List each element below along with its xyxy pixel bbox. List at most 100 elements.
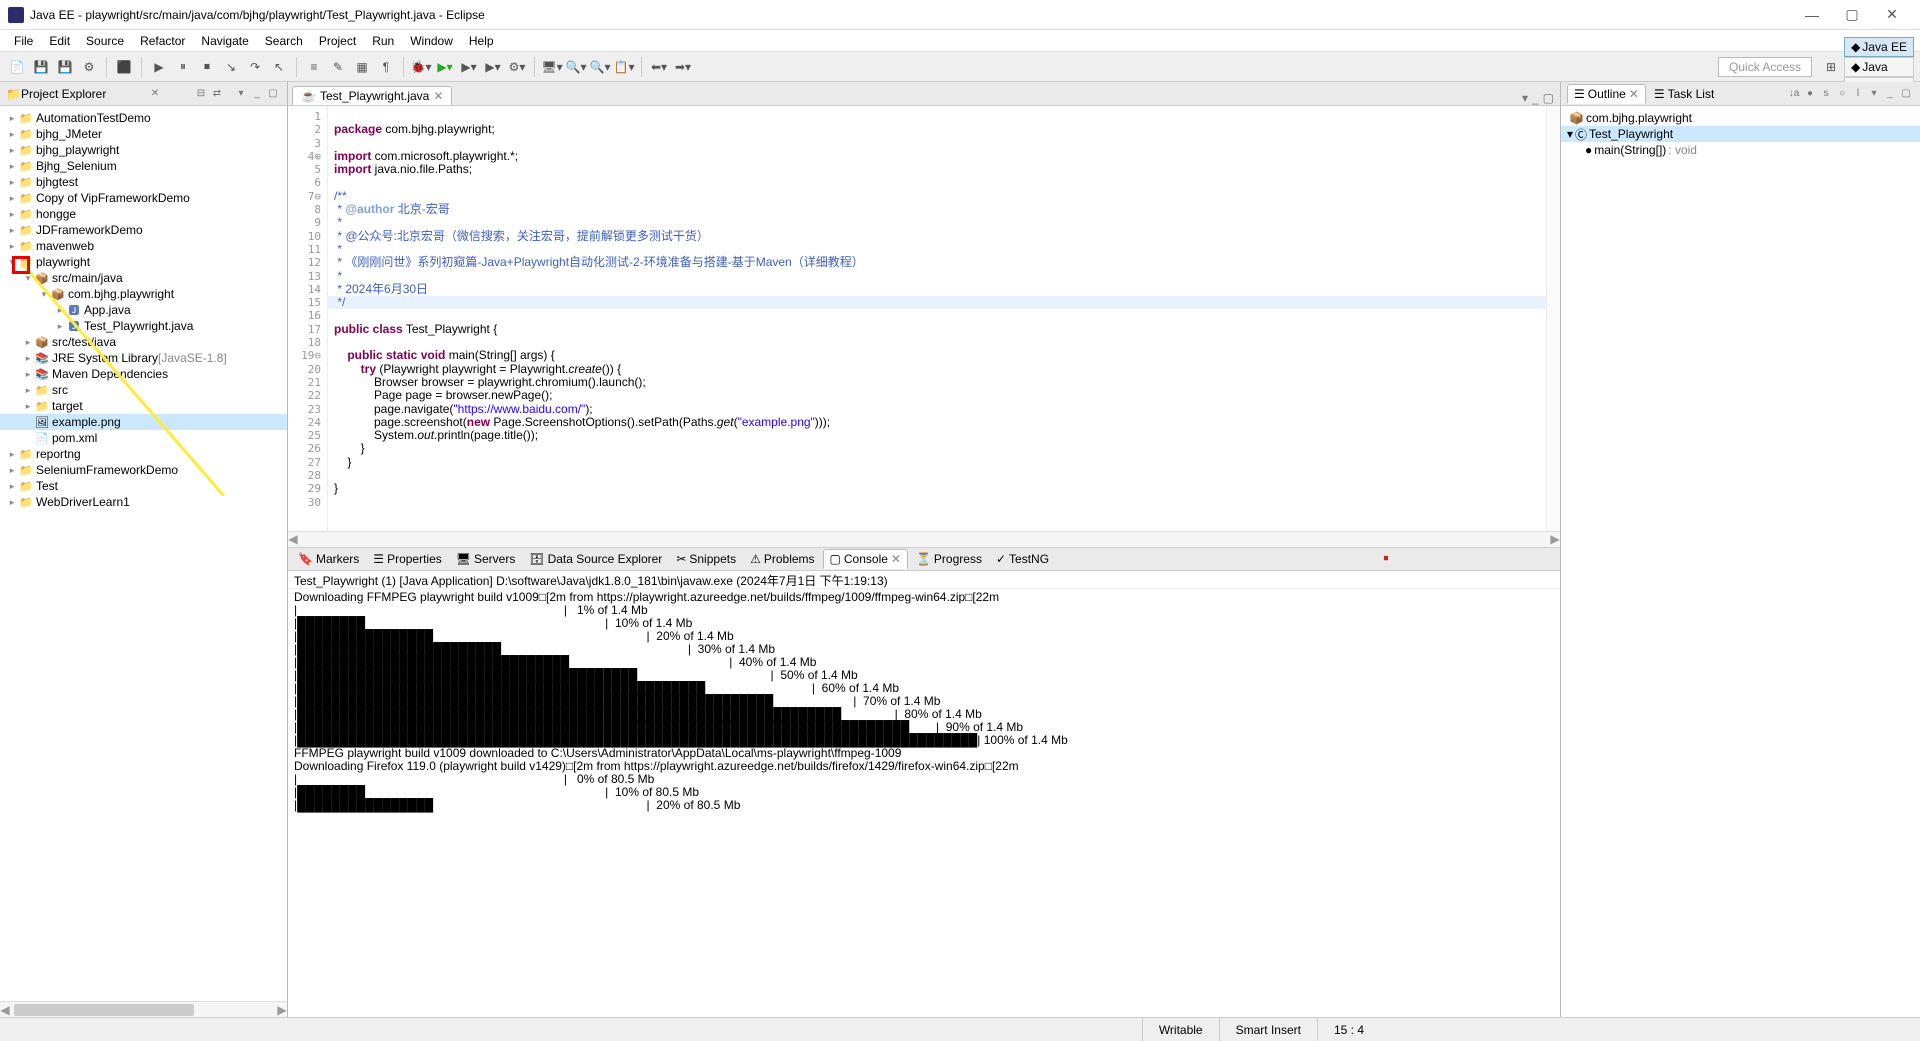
tree-twistie-icon[interactable]: ▸: [6, 481, 18, 492]
tree-twistie-icon[interactable]: ▸: [6, 449, 18, 460]
explorer-hscrollbar[interactable]: ◀ ▶: [0, 1001, 287, 1017]
code-editor[interactable]: 1234⊕567⊖8910111213141516171819⊖20212223…: [288, 106, 1560, 531]
minimize-button[interactable]: —: [1792, 7, 1832, 23]
tree-twistie-icon[interactable]: ▸: [6, 129, 18, 140]
run-dropdown-icon[interactable]: ▶▾: [434, 56, 456, 78]
tree-twistie-icon[interactable]: ▸: [22, 385, 34, 396]
tree-item[interactable]: 🖼example.png: [0, 414, 287, 430]
tree-item[interactable]: ▸📁src: [0, 382, 287, 398]
perspective-java-ee[interactable]: ◆ Java EE: [1844, 37, 1914, 57]
open-console-icon[interactable]: [1504, 551, 1520, 567]
forward-icon[interactable]: ➡▾: [672, 56, 694, 78]
tree-twistie-icon[interactable]: ▸: [6, 113, 18, 124]
step-over-icon[interactable]: ↷: [244, 56, 266, 78]
tree-item[interactable]: ▸📦src/test/java: [0, 334, 287, 350]
tree-item[interactable]: ▸📁bjhg_playwright: [0, 142, 287, 158]
build-icon[interactable]: ⚙: [78, 56, 100, 78]
suspend-icon[interactable]: ⏸: [172, 56, 194, 78]
tree-twistie-icon[interactable]: ▸: [6, 161, 18, 172]
outline-item[interactable]: ●main(String[]) : void: [1561, 142, 1920, 158]
terminate-icon[interactable]: ⏹: [196, 56, 218, 78]
tree-item[interactable]: ▾📦src/main/java: [0, 270, 287, 286]
hide-nonpublic-icon[interactable]: ○: [1834, 86, 1850, 102]
menu-search[interactable]: Search: [257, 32, 311, 50]
tree-item[interactable]: ▸📚JRE System Library [JavaSE-1.8]: [0, 350, 287, 366]
tree-twistie-icon[interactable]: ▸: [6, 465, 18, 476]
maximize-editor-icon[interactable]: ▢: [1543, 91, 1554, 105]
minimize-view-icon[interactable]: _: [249, 86, 265, 102]
tree-twistie-icon[interactable]: ▸: [6, 193, 18, 204]
new-icon[interactable]: 📄: [6, 56, 28, 78]
tree-twistie-icon[interactable]: ▾: [22, 273, 34, 284]
tab-properties[interactable]: ☰Properties: [367, 550, 447, 568]
close-button[interactable]: ✕: [1872, 6, 1912, 23]
close-tab-icon[interactable]: ✕: [433, 89, 443, 103]
tree-item[interactable]: 📄pom.xml: [0, 430, 287, 446]
line-gutter[interactable]: 1234⊕567⊖8910111213141516171819⊖20212223…: [288, 106, 328, 531]
tree-item[interactable]: ▸🅹Test_Playwright.java: [0, 318, 287, 334]
tab-progress[interactable]: ⏳Progress: [910, 550, 988, 568]
external-tools-icon[interactable]: ⚙▾: [506, 56, 528, 78]
menu-file[interactable]: File: [6, 32, 41, 50]
tree-item[interactable]: ▸📁JDFrameworkDemo: [0, 222, 287, 238]
annotation-icon[interactable]: 📋▾: [613, 56, 635, 78]
tree-item[interactable]: ▸📁AutomationTestDemo: [0, 110, 287, 126]
menu-project[interactable]: Project: [311, 32, 364, 50]
clear-icon[interactable]: [1432, 551, 1448, 567]
show-whitespace-icon[interactable]: ¶: [375, 56, 397, 78]
tree-twistie-icon[interactable]: ▸: [6, 177, 18, 188]
tab-data-source-explorer[interactable]: 🗄Data Source Explorer: [523, 550, 668, 568]
perspective-java[interactable]: ◆ Java: [1844, 57, 1914, 77]
tree-item[interactable]: ▸📁Bjhg_Selenium: [0, 158, 287, 174]
tree-twistie-icon[interactable]: ▸: [6, 145, 18, 156]
hide-static-icon[interactable]: s: [1818, 86, 1834, 102]
view-menu-icon[interactable]: ▾: [1522, 91, 1528, 105]
open-type-icon[interactable]: 🔍▾: [565, 56, 587, 78]
max-icon[interactable]: [1540, 551, 1556, 567]
maximize-view-icon[interactable]: ▢: [1898, 86, 1914, 102]
tree-item[interactable]: ▾📦com.bjhg.playwright: [0, 286, 287, 302]
toggle-mark-icon[interactable]: ✎: [327, 56, 349, 78]
tree-item[interactable]: ▸📁SeleniumFrameworkDemo: [0, 462, 287, 478]
outline-item[interactable]: 📦com.bjhg.playwright: [1561, 110, 1920, 126]
tab-servers[interactable]: 🖥Servers: [450, 550, 522, 568]
tree-item[interactable]: ▸📚Maven Dependencies: [0, 366, 287, 382]
coverage-icon[interactable]: ▶▾: [458, 56, 480, 78]
link-editor-icon[interactable]: ⇄: [209, 86, 225, 102]
debug-dropdown-icon[interactable]: 🐞▾: [410, 56, 432, 78]
save-icon[interactable]: 💾: [30, 56, 52, 78]
tree-twistie-icon[interactable]: ▾: [38, 289, 50, 300]
menu-run[interactable]: Run: [364, 32, 402, 50]
minimize-editor-icon[interactable]: _: [1532, 91, 1539, 105]
tree-item[interactable]: ▸📁reportng: [0, 446, 287, 462]
minimize-view-icon[interactable]: _: [1882, 86, 1898, 102]
collapse-all-icon[interactable]: ⊟: [193, 86, 209, 102]
tree-twistie-icon[interactable]: ▾: [1567, 127, 1573, 141]
tree-twistie-icon[interactable]: ▸: [22, 401, 34, 412]
tab-console[interactable]: ▢Console ✕: [823, 549, 908, 569]
project-tree[interactable]: ▸📁AutomationTestDemo▸📁bjhg_JMeter▸📁bjhg_…: [0, 106, 287, 1001]
tree-twistie-icon[interactable]: ▸: [6, 209, 18, 220]
tree-item[interactable]: ▸📁Copy of VipFrameworkDemo: [0, 190, 287, 206]
back-icon[interactable]: ⬅▾: [648, 56, 670, 78]
tree-item[interactable]: ▸🅹App.java: [0, 302, 287, 318]
min-icon[interactable]: [1522, 551, 1538, 567]
menu-refactor[interactable]: Refactor: [132, 32, 193, 50]
tree-item[interactable]: ▸📁hongge: [0, 206, 287, 222]
menu-edit[interactable]: Edit: [41, 32, 78, 50]
hide-fields-icon[interactable]: ●: [1802, 86, 1818, 102]
terminate-icon[interactable]: ⏹: [1378, 551, 1394, 567]
editor-tab[interactable]: ☕ Test_Playwright.java ✕: [292, 86, 452, 105]
step-into-icon[interactable]: ↘: [220, 56, 242, 78]
resume-icon[interactable]: ▶: [148, 56, 170, 78]
tree-item[interactable]: ▸📁target: [0, 398, 287, 414]
close-tab-icon[interactable]: ✕: [891, 552, 901, 566]
skip-breakpoints-icon[interactable]: ⬛: [113, 56, 135, 78]
maximize-button[interactable]: ▢: [1832, 6, 1872, 23]
tree-item[interactable]: ▾📁playwright: [0, 254, 287, 270]
quick-access-input[interactable]: Quick Access: [1718, 57, 1812, 77]
toggle-breadcrumb-icon[interactable]: ≡: [303, 56, 325, 78]
remove-all-icon[interactable]: [1414, 551, 1430, 567]
tree-twistie-icon[interactable]: ▸: [22, 337, 34, 348]
maximize-view-icon[interactable]: ▢: [265, 86, 281, 102]
